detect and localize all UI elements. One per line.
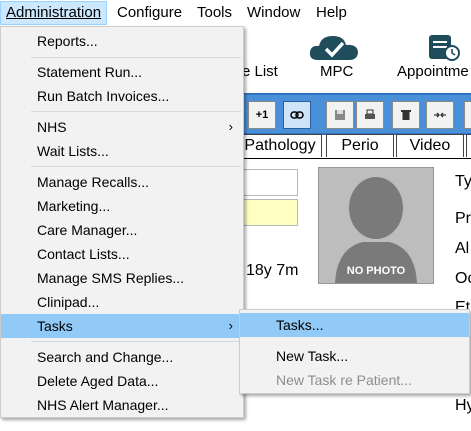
chevron-right-icon: › [228,119,233,134]
record-tabs: Pathology Perio Video [238,134,471,159]
submenu-item-label: New Task... [276,348,349,364]
patient-field-1[interactable] [242,169,298,196]
menu-separator [31,166,241,167]
tab-pathology[interactable]: Pathology [238,134,322,157]
chevron-right-icon: › [228,318,233,333]
menu-label: Window [247,4,301,21]
merge-button[interactable] [426,101,454,129]
tab-label: Perio [341,137,379,154]
print-icon [365,109,375,119]
right-label-3: Al [455,240,470,257]
menu-item-label: NHS [37,119,67,135]
menu-item-wait-lists[interactable]: Wait Lists... [1,139,243,163]
mpc-label: MPC [320,63,354,80]
menu-item-reports[interactable]: Reports... [1,29,243,53]
menu-item-label: Marketing... [37,198,111,214]
menu-item-label: Tasks [37,318,73,334]
menu-label: Administration [6,4,102,21]
menu-item-search-and-change[interactable]: Search and Change... [1,345,243,369]
tab-perio[interactable]: Perio [326,134,394,157]
menu-separator [31,341,241,342]
submenu-item-label: New Task re Patient... [276,372,412,388]
menu-item-manage-sms-replies[interactable]: Manage SMS Replies... [1,266,243,290]
administration-menu: Reports... Statement Run... Run Batch In… [0,26,244,418]
tab-label: Video [409,137,451,154]
tasks-submenu: Tasks... New Task... New Task re Patient… [239,309,470,394]
menu-item-label: Wait Lists... [37,143,109,159]
menu-label: Help [316,4,347,21]
calendar-clock-icon [429,35,460,61]
save-button[interactable] [326,101,354,129]
menu-configure[interactable]: Configure [112,2,187,24]
menu-item-nhs-alert-manager[interactable]: NHS Alert Manager... [1,393,243,417]
toolbar-partial-label[interactable]: e List [242,63,278,80]
right-label-4: Oc [455,270,471,287]
menu-item-tasks[interactable]: Tasks › [1,314,243,338]
menu-tools[interactable]: Tools [192,2,237,24]
menu-item-label: Run Batch Invoices... [37,88,170,104]
submenu-item-label: Tasks... [276,317,324,333]
menu-bar: Administration Configure Tools Window He… [0,0,471,26]
plus-one-label: +1 [255,109,269,121]
record-toolbar: +1 [242,93,471,135]
menu-item-statement-run[interactable]: Statement Run... [1,60,243,84]
menu-item-nhs[interactable]: NHS › [1,115,243,139]
menu-item-label: Reports... [37,33,98,49]
menu-separator [31,111,241,112]
cloud-check-icon [309,36,358,60]
save-icon [335,110,345,120]
menu-item-label: NHS Alert Manager... [37,397,169,413]
patient-photo: NO PHOTO [318,167,434,284]
menu-item-label: Search and Change... [37,349,174,365]
menu-item-care-manager[interactable]: Care Manager... [1,218,243,242]
submenu-item-new-task[interactable]: New Task... [240,344,469,368]
right-label-6: Hy [455,397,471,414]
menu-item-contact-lists[interactable]: Contact Lists... [1,242,243,266]
patient-age: 18y 7m [246,262,299,279]
link-icon [290,111,304,119]
menu-item-manage-recalls[interactable]: Manage Recalls... [1,170,243,194]
no-photo-label: NO PHOTO [346,265,406,277]
menu-item-clinipad[interactable]: Clinipad... [1,290,243,314]
menu-administration[interactable]: Administration [0,1,108,25]
tab-partial[interactable] [466,134,471,157]
menu-item-label: Contact Lists... [37,246,130,262]
merge-arrows-icon [434,112,446,118]
submenu-item-tasks[interactable]: Tasks... [240,313,469,337]
menu-help[interactable]: Help [311,2,352,24]
delete-button[interactable] [392,101,420,129]
overflow-button[interactable] [464,101,471,129]
tab-label: Pathology [244,137,316,154]
menu-item-marketing[interactable]: Marketing... [1,194,243,218]
menu-item-run-batch-invoices[interactable]: Run Batch Invoices... [1,84,243,108]
trash-icon [401,110,411,120]
menu-separator [31,57,241,58]
menu-item-delete-aged-data[interactable]: Delete Aged Data... [1,369,243,393]
menu-item-label: Manage SMS Replies... [37,270,185,286]
right-label-2: Pr [455,210,471,227]
menu-item-label: Manage Recalls... [37,174,150,190]
menu-label: Tools [197,4,233,21]
submenu-item-new-task-re-patient: New Task re Patient... [240,368,469,392]
link-button[interactable] [283,101,311,129]
menu-item-label: Statement Run... [37,64,143,80]
menu-item-label: Care Manager... [37,222,138,238]
patient-field-2[interactable] [242,199,298,226]
menu-window[interactable]: Window [242,2,305,24]
menu-item-label: Clinipad... [37,294,100,310]
plus-one-button[interactable]: +1 [248,101,276,129]
print-button[interactable] [356,101,384,129]
menu-label: Configure [117,4,183,21]
right-label-1: Ty [455,173,471,190]
appointments-label: Appointme [397,63,469,80]
tab-video[interactable]: Video [396,134,464,157]
menu-item-label: Delete Aged Data... [37,373,159,389]
